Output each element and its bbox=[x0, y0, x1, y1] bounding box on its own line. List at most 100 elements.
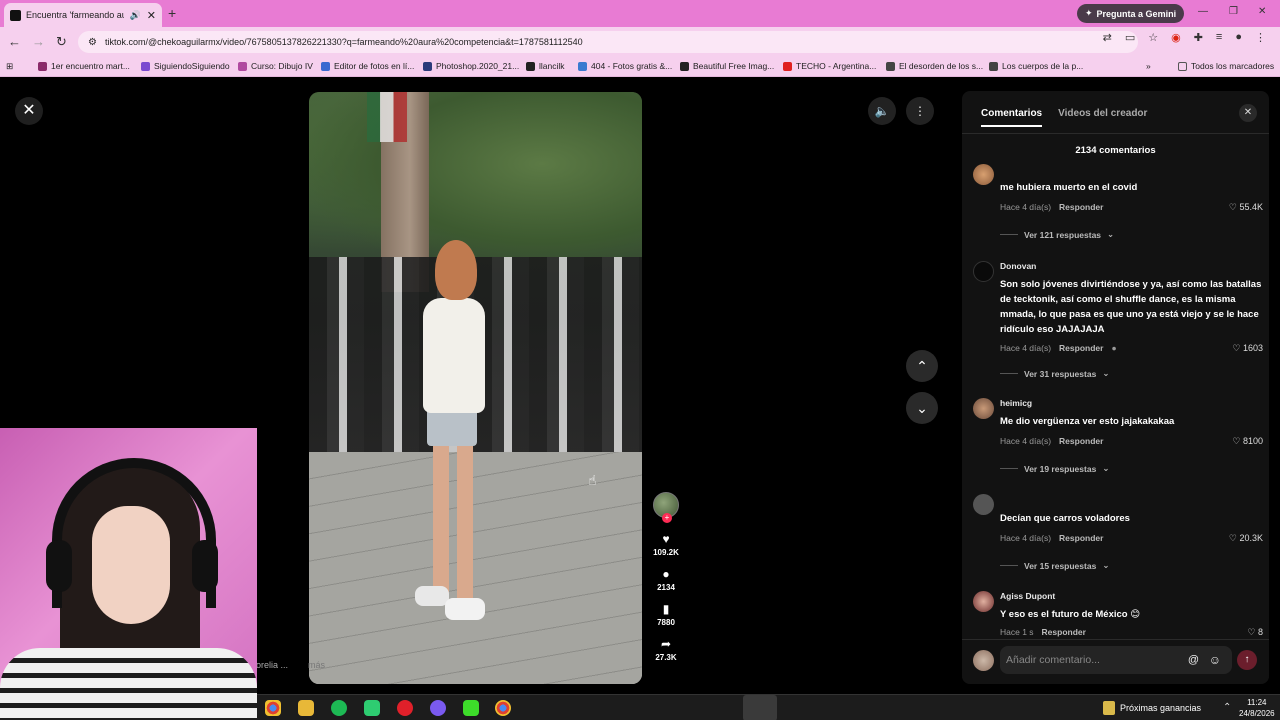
weather-widget[interactable]: Próximas ganancias bbox=[1103, 701, 1201, 715]
video-player[interactable] bbox=[309, 92, 642, 684]
creator-avatar[interactable]: + bbox=[653, 492, 679, 523]
comment-meta: Hace 4 día(s) Responder ● bbox=[1000, 343, 1117, 353]
chrome-taskbar-icon[interactable] bbox=[265, 700, 281, 716]
bookmark-item[interactable]: Beautiful Free Imag... bbox=[680, 61, 774, 71]
all-bookmarks-folder[interactable]: Todos los marcadores bbox=[1178, 61, 1274, 71]
new-tab-button[interactable]: + bbox=[168, 5, 176, 21]
next-video-button[interactable]: ⌄ bbox=[906, 392, 938, 424]
view-replies-button[interactable]: Ver 15 respuestas ⌄ bbox=[1000, 560, 1109, 571]
star-icon[interactable]: ☆ bbox=[1148, 31, 1158, 44]
comment-username[interactable]: Donovan bbox=[1000, 261, 1036, 271]
comment-like-button[interactable]: ♡ 1603 bbox=[1232, 343, 1263, 354]
comment-like-button[interactable]: ♡ 55.4K bbox=[1229, 202, 1263, 213]
stocks-icon bbox=[1103, 701, 1115, 715]
striped-shirt bbox=[0, 648, 257, 720]
apps-grid-icon[interactable]: ⊞ bbox=[6, 61, 13, 72]
window-close-icon[interactable]: ✕ bbox=[1258, 6, 1266, 17]
webcam-overlay bbox=[0, 428, 257, 720]
url-bar[interactable]: ⚙ tiktok.com/@chekoaguilarmx/video/76758… bbox=[78, 31, 1138, 53]
discord-icon[interactable] bbox=[430, 700, 446, 716]
follow-plus-icon[interactable]: + bbox=[662, 513, 672, 523]
video-frame-flag bbox=[367, 92, 407, 142]
view-replies-button[interactable]: Ver 19 respuestas ⌄ bbox=[1000, 463, 1109, 474]
more-options-icon[interactable]: ⋮ bbox=[906, 97, 934, 125]
comment-username[interactable]: heimicg bbox=[1000, 398, 1032, 408]
tab-audio-icon[interactable]: 🔊 bbox=[130, 10, 141, 21]
bookmark-item[interactable]: SiguiendoSiguiendo bbox=[141, 61, 230, 71]
reply-button[interactable]: Responder bbox=[1059, 343, 1103, 353]
send-icon[interactable]: ↑ bbox=[1237, 650, 1257, 670]
site-info-icon[interactable]: ⚙ bbox=[88, 37, 97, 48]
spotify-icon[interactable] bbox=[331, 700, 347, 716]
back-icon[interactable]: ← bbox=[8, 34, 21, 49]
comment-username[interactable]: Agiss Dupont bbox=[1000, 591, 1055, 601]
share-button[interactable]: ➦ 27.3K bbox=[650, 637, 682, 662]
bookmark-item[interactable]: Editor de fotos en lí... bbox=[321, 61, 414, 71]
mouse-cursor-icon: ☝ bbox=[588, 472, 597, 488]
tray-chevron-icon[interactable]: ⌃ bbox=[1223, 702, 1231, 713]
comment-button[interactable]: ● 2134 bbox=[650, 567, 682, 592]
view-replies-button[interactable]: Ver 121 respuestas ⌄ bbox=[1000, 229, 1114, 240]
translate-icon[interactable]: ⇄ bbox=[1103, 31, 1112, 44]
reload-icon[interactable]: ↻ bbox=[56, 34, 67, 50]
extensions-icon[interactable]: ✚ bbox=[1194, 31, 1203, 44]
restore-icon[interactable]: ❐ bbox=[1229, 6, 1238, 17]
bookmark-item[interactable]: llancilk bbox=[526, 61, 565, 71]
comment-like-button[interactable]: ♡ 8 bbox=[1247, 627, 1263, 638]
reply-button[interactable]: Responder bbox=[1059, 436, 1103, 446]
emoji-icon[interactable]: ☺ bbox=[1209, 653, 1221, 667]
bookmark-icon: ▮ bbox=[662, 602, 670, 616]
gemini-button[interactable]: ✦ Pregunta a Gemini bbox=[1077, 4, 1185, 23]
obs-icon[interactable] bbox=[463, 700, 479, 716]
close-panel-icon[interactable]: ✕ bbox=[1239, 104, 1257, 122]
tab-close-icon[interactable]: ✕ bbox=[147, 9, 156, 22]
avatar[interactable] bbox=[973, 164, 994, 185]
bookmark-item[interactable]: Los cuerpos de la p... bbox=[989, 61, 1083, 71]
browser-tab-tiktok[interactable]: Encuentra 'farmeando aura 🔊 ✕ bbox=[4, 3, 162, 27]
minimize-icon[interactable]: — bbox=[1198, 6, 1208, 17]
reply-button[interactable]: Responder bbox=[1059, 202, 1103, 212]
chrome-active-icon[interactable] bbox=[495, 700, 511, 716]
avatar[interactable] bbox=[973, 261, 994, 282]
profile-avatar-icon[interactable]: ● bbox=[1235, 31, 1242, 44]
url-text: tiktok.com/@chekoaguilarmx/video/7675805… bbox=[104, 37, 583, 47]
comment-like-button[interactable]: ♡ 8100 bbox=[1232, 436, 1263, 447]
view-replies-button[interactable]: Ver 31 respuestas ⌄ bbox=[1000, 368, 1109, 379]
sparkle-icon: ✦ bbox=[1085, 8, 1093, 18]
bookmark-item[interactable]: TECHO - Argentina... bbox=[783, 61, 876, 71]
bookmark-item[interactable]: 1er encuentro mart... bbox=[38, 61, 130, 71]
system-clock[interactable]: 11:24 24/8/2026 bbox=[1239, 697, 1275, 719]
file-explorer-icon[interactable] bbox=[298, 700, 314, 716]
comment-meta: Hace 4 día(s) Responder bbox=[1000, 202, 1103, 212]
comment-like-button[interactable]: ♡ 20.3K bbox=[1229, 533, 1263, 544]
volume-icon[interactable]: 🔈 bbox=[868, 97, 896, 125]
bookmark-item[interactable]: Curso: Dibujo IV bbox=[238, 61, 313, 71]
reply-button[interactable]: Responder bbox=[1059, 533, 1103, 543]
opera-taskbar-icon[interactable] bbox=[397, 700, 413, 716]
toolbar-icons: ⇄ ▭ ☆ ◉ ✚ ≡ ● ⋮ bbox=[1103, 31, 1266, 44]
reply-button[interactable]: Responder bbox=[1042, 627, 1086, 637]
save-button[interactable]: ▮ 7880 bbox=[650, 602, 682, 627]
tab-comments[interactable]: Comentarios bbox=[981, 108, 1043, 127]
previous-video-button[interactable]: ⌃ bbox=[906, 350, 938, 382]
bookmark-item[interactable]: 404 - Fotos gratis &... bbox=[578, 61, 672, 71]
bookmarks-overflow-icon[interactable]: » bbox=[1146, 61, 1151, 71]
heart-icon: ♥ bbox=[662, 532, 670, 546]
like-button[interactable]: ♥ 109.2K bbox=[650, 532, 682, 557]
tab-creator-videos[interactable]: Videos del creador bbox=[1058, 108, 1147, 127]
media-icon[interactable]: ≡ bbox=[1216, 31, 1222, 44]
app-icon[interactable] bbox=[364, 700, 380, 716]
forward-icon[interactable]: → bbox=[32, 34, 45, 49]
avatar[interactable] bbox=[973, 398, 994, 419]
bookmark-item[interactable]: Photoshop.2020_21... bbox=[423, 61, 519, 71]
mention-icon[interactable]: @ bbox=[1188, 654, 1199, 666]
avatar[interactable] bbox=[973, 494, 994, 515]
video-caption: orelia ... bbox=[256, 660, 289, 670]
avatar[interactable] bbox=[973, 591, 994, 612]
caption-more-link[interactable]: más bbox=[308, 660, 325, 670]
bookmark-item[interactable]: El desorden de los s... bbox=[886, 61, 983, 71]
close-video-button[interactable]: ✕ bbox=[15, 97, 43, 125]
cast-icon[interactable]: ▭ bbox=[1125, 31, 1135, 44]
opera-icon[interactable]: ◉ bbox=[1171, 31, 1181, 44]
menu-dots-icon[interactable]: ⋮ bbox=[1255, 31, 1266, 44]
